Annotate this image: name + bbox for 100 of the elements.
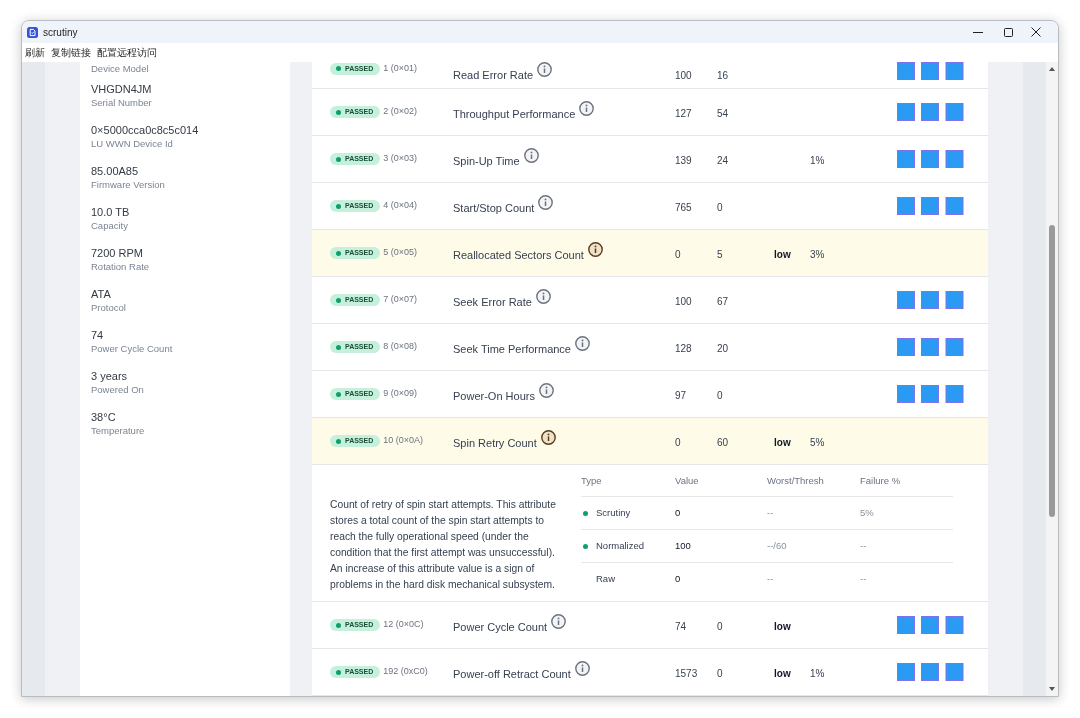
minimize-icon xyxy=(973,31,983,33)
attribute-name: Spin Retry Count xyxy=(453,437,537,450)
attribute-id: 8 (0×08) xyxy=(383,340,418,354)
attribute-name: Reallocated Sectors Count xyxy=(453,249,584,262)
table-cell: 128 xyxy=(675,343,692,354)
attribute-name: Power-On Hours xyxy=(453,390,535,403)
device-info-value: 10.0 TB xyxy=(91,205,131,219)
device-info-value: 0×5000cca0c8c5c014 xyxy=(91,123,200,137)
menu-item[interactable]: 配置远程访问 xyxy=(97,46,157,59)
attribute-id: 9 (0×09) xyxy=(383,387,418,401)
info-icon[interactable] xyxy=(538,383,554,398)
attribute-name: Power-off Retract Count xyxy=(453,668,571,681)
device-info-value: VHGDN4JM xyxy=(91,82,153,96)
column-header: Worst/Thresh xyxy=(767,475,825,487)
device-info-value: 7200 RPM xyxy=(91,246,144,260)
device-info-label: Powered On xyxy=(91,383,145,397)
table-cell-text: -- xyxy=(860,538,868,553)
device-info-label: Rotation Rate xyxy=(91,260,151,274)
table-cell: 0 xyxy=(717,202,723,213)
column-header: Failure % xyxy=(860,475,902,487)
scroll-down-arrow-icon[interactable] xyxy=(1049,687,1055,691)
info-icon[interactable] xyxy=(575,336,590,351)
attribute-id: 1 (0×01) xyxy=(383,62,418,75)
close-icon xyxy=(1031,27,1041,37)
device-info-label: Serial Number xyxy=(91,96,153,110)
attribute-name: Power Cycle Count xyxy=(453,621,548,634)
device-info-label: Protocol xyxy=(91,301,127,315)
info-icon[interactable] xyxy=(537,62,553,77)
info-icon[interactable] xyxy=(538,195,554,210)
table-cell: 1% xyxy=(810,155,825,166)
table-cell: 97 xyxy=(675,390,687,401)
info-icon[interactable] xyxy=(523,148,539,163)
table-cell: 24 xyxy=(717,155,729,166)
info-icon[interactable] xyxy=(587,242,603,257)
table-cell: 16 xyxy=(717,70,729,81)
attribute-id: 5 (0×05) xyxy=(383,246,418,260)
table-cell-text: 5% xyxy=(860,505,875,520)
attribute-name: Seek Time Performance xyxy=(453,343,571,356)
table-cell: 1573 xyxy=(675,668,698,679)
attribute-name: Seek Error Rate xyxy=(453,296,532,309)
device-info-label: LU WWN Device Id xyxy=(91,137,174,151)
history-squares-icon xyxy=(897,663,964,681)
history-squares-icon xyxy=(897,103,964,121)
menu-item[interactable]: 复制链接 xyxy=(51,46,91,59)
history-squares-icon xyxy=(897,616,964,634)
table-cell-text: Scrutiny xyxy=(596,505,631,520)
table-cell-text: --/60 xyxy=(767,538,788,553)
table-cell: low xyxy=(774,437,791,448)
table-cell: 139 xyxy=(675,155,692,166)
info-icon[interactable] xyxy=(579,101,595,116)
history-squares-icon xyxy=(897,385,964,403)
attribute-name: Read Error Rate xyxy=(453,69,534,82)
table-cell: 1% xyxy=(810,668,825,679)
table-cell: 74 xyxy=(675,621,687,632)
attribute-id: 12 (0×0C) xyxy=(383,618,424,632)
table-cell: 100 xyxy=(675,70,692,81)
info-icon[interactable] xyxy=(574,661,590,676)
table-cell: 3% xyxy=(810,249,825,260)
scrollbar[interactable] xyxy=(1046,62,1058,696)
attribute-id: 3 (0×03) xyxy=(383,152,418,166)
column-header: Value xyxy=(675,475,700,487)
attribute-description: Count of retry of spin start attempts. This attribute stores a total count of the spin start attempts to reach the fully operational speed (under the condition that the first attempt was unsuccessful). An increase of this attribute value is a sign of problems in the hard disk mechanical subsystem. xyxy=(330,498,557,592)
maximize-icon xyxy=(1003,27,1013,37)
table-cell-text: -- xyxy=(767,571,775,586)
table-cell-text: -- xyxy=(767,505,775,520)
window-title: scrutiny xyxy=(43,25,78,40)
device-info-value: 38°C xyxy=(91,410,117,424)
table-cell: 0 xyxy=(675,249,681,260)
scrollbar-thumb[interactable] xyxy=(1049,225,1055,517)
attribute-id: 7 (0×07) xyxy=(383,293,418,307)
table-cell: 765 xyxy=(675,202,692,213)
table-cell: low xyxy=(774,668,791,679)
device-info-label: Firmware Version xyxy=(91,178,166,192)
table-cell-text: 100 xyxy=(675,538,692,553)
info-icon[interactable] xyxy=(535,289,551,304)
table-cell: 67 xyxy=(717,296,729,307)
attribute-name: Throughput Performance xyxy=(453,108,576,121)
table-cell: 5 xyxy=(717,249,723,260)
device-info-value: 3 years xyxy=(91,369,129,383)
table-cell: low xyxy=(774,249,791,260)
info-icon[interactable] xyxy=(551,614,567,629)
table-cell-text: 0 xyxy=(675,505,682,520)
menu-item[interactable]: 刷新 xyxy=(25,46,45,59)
column-header: Type xyxy=(581,475,603,487)
history-squares-icon xyxy=(897,291,964,309)
device-info-label: Capacity xyxy=(91,219,129,233)
table-cell-text: Normalized xyxy=(596,538,645,553)
attribute-id: 192 (0xC0) xyxy=(383,665,428,679)
device-info-value: 85.00A85 xyxy=(91,164,140,178)
history-squares-icon xyxy=(897,338,964,356)
info-icon[interactable] xyxy=(540,430,556,445)
scroll-up-arrow-icon[interactable] xyxy=(1049,67,1055,71)
table-cell: 54 xyxy=(717,108,729,119)
table-cell: 0 xyxy=(717,668,723,679)
device-info-label: Temperature xyxy=(91,424,146,438)
attribute-id: 10 (0×0A) xyxy=(383,434,424,448)
device-info-value: 74 xyxy=(91,328,105,342)
table-cell: 127 xyxy=(675,108,692,119)
history-squares-icon xyxy=(897,150,964,168)
table-cell: low xyxy=(774,621,791,632)
